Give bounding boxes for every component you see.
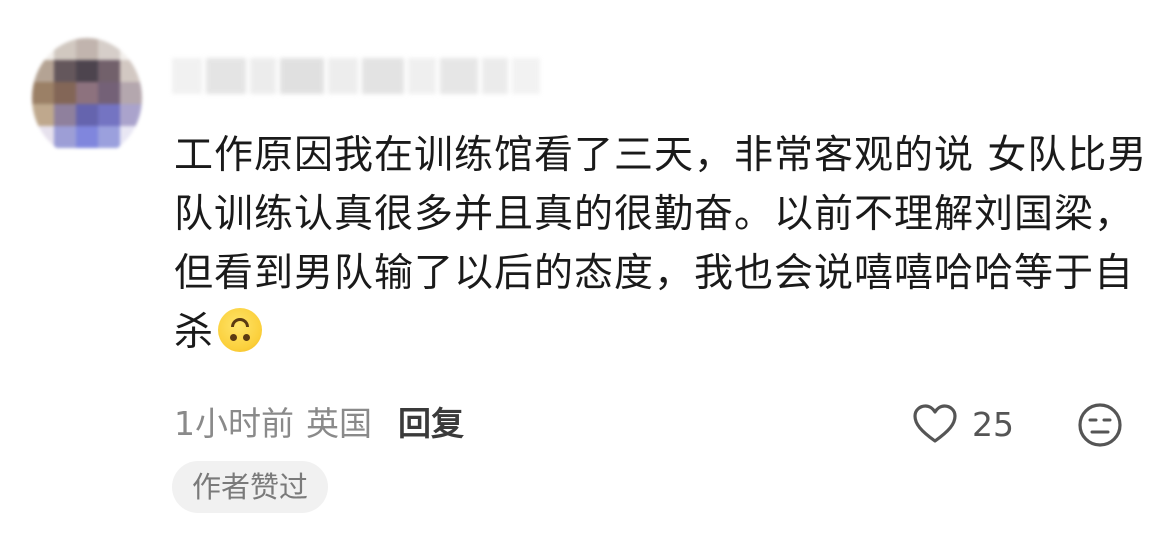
- unamused-face-icon[interactable]: [1077, 402, 1123, 448]
- avatar[interactable]: [32, 38, 142, 158]
- heart-outline-icon: [913, 404, 957, 443]
- upside-down-face-emoji-icon: [218, 308, 263, 352]
- comment-card: 工作原因我在训练馆看了三天，非常客观的说 女队比男队训练认真很多并且真的很勤奋。…: [0, 0, 1173, 551]
- comment-meta: 1小时前 英国 回复: [174, 400, 476, 448]
- location: 英国: [306, 404, 372, 443]
- author-liked-badge: 作者赞过: [172, 461, 329, 513]
- like-button[interactable]: 25: [912, 400, 1014, 448]
- comment-body: 工作原因我在训练馆看了三天，非常客观的说 女队比男队训练认真很多并且真的很勤奋。…: [174, 133, 1148, 355]
- reply-button[interactable]: 回复: [398, 404, 464, 443]
- timestamp: 1小时前: [174, 404, 294, 443]
- username[interactable]: [172, 58, 542, 94]
- like-count: 25: [972, 404, 1014, 444]
- comment-text: 工作原因我在训练馆看了三天，非常客观的说 女队比男队训练认真很多并且真的很勤奋。…: [174, 126, 1149, 362]
